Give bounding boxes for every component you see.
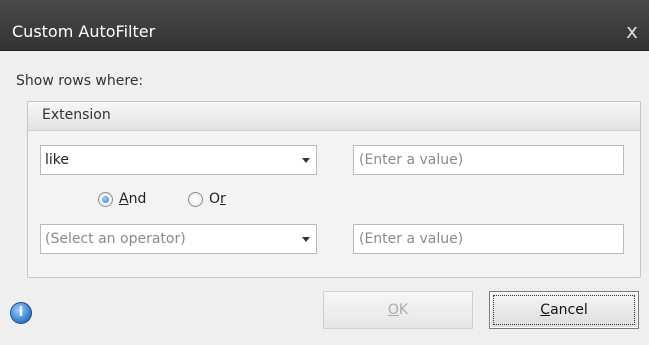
custom-autofilter-dialog: Custom AutoFilter x Show rows where: Ext… [0,0,649,345]
value2-placeholder: (Enter a value) [359,231,464,247]
value1-placeholder: (Enter a value) [359,152,464,168]
ok-button[interactable]: OK [323,291,473,329]
or-label: Or [209,191,226,207]
operator2-combo[interactable]: (Select an operator) [40,224,317,254]
cancel-button[interactable]: Cancel [489,291,639,329]
radio-unchecked-icon[interactable] [188,191,203,207]
title-bar: Custom AutoFilter x [0,0,649,51]
column-name: Extension [42,107,111,123]
chevron-down-icon[interactable] [302,237,310,242]
show-rows-label: Show rows where: [16,73,144,89]
value1-input[interactable]: (Enter a value) [353,145,624,175]
operator1-combo[interactable]: like [40,145,317,175]
radio-checked-icon[interactable] [98,191,113,207]
operator1-value: like [45,152,70,168]
dialog-title: Custom AutoFilter [12,22,156,41]
value2-input[interactable]: (Enter a value) [353,224,624,254]
or-radio[interactable]: Or [188,191,226,207]
filter-group: Extension like (Enter a value) And Or (S… [27,101,641,278]
and-radio[interactable]: And [98,191,146,207]
focus-rect [493,295,635,325]
and-label: And [119,191,147,207]
chevron-down-icon[interactable] [302,158,310,163]
info-icon[interactable]: i [10,302,32,324]
close-icon[interactable]: x [621,20,643,42]
group-header: Extension [28,102,640,131]
operator2-placeholder: (Select an operator) [45,231,186,247]
